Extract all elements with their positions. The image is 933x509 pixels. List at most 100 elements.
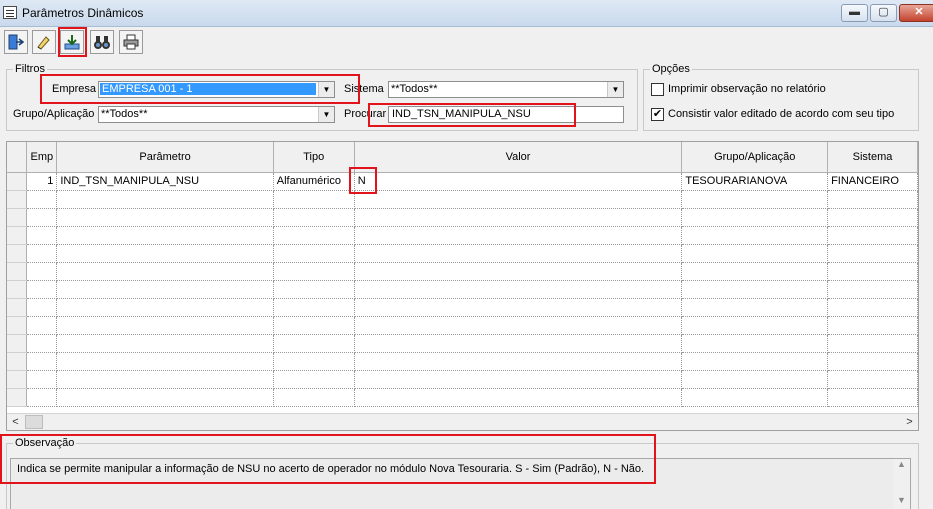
table-cell[interactable] — [354, 244, 683, 263]
table-row[interactable] — [7, 352, 918, 371]
table-cell[interactable] — [56, 208, 274, 227]
table-cell[interactable] — [681, 280, 829, 299]
table-cell[interactable] — [273, 244, 355, 263]
table-cell[interactable] — [827, 262, 918, 281]
table-cell[interactable] — [26, 370, 58, 389]
table-cell[interactable] — [56, 316, 274, 335]
table-cell[interactable] — [354, 262, 683, 281]
table-cell[interactable] — [827, 190, 918, 209]
table-row[interactable] — [7, 334, 918, 353]
table-row[interactable] — [7, 262, 918, 281]
table-cell[interactable] — [354, 388, 683, 407]
table-cell[interactable] — [273, 316, 355, 335]
table-cell[interactable] — [56, 388, 274, 407]
column-header-parametro[interactable]: Parâmetro — [56, 142, 274, 173]
table-cell[interactable] — [273, 388, 355, 407]
row-indicator[interactable] — [7, 352, 28, 371]
table-cell[interactable] — [681, 370, 829, 389]
column-header-emp[interactable]: Emp — [26, 142, 58, 173]
search-button[interactable] — [90, 30, 114, 54]
table-cell[interactable] — [827, 244, 918, 263]
observacao-textarea[interactable]: Indica se permite manipular a informação… — [10, 458, 911, 509]
edit-button[interactable] — [32, 30, 56, 54]
table-cell[interactable] — [26, 316, 58, 335]
table-cell[interactable] — [26, 244, 58, 263]
scroll-left-icon[interactable]: < — [7, 414, 24, 430]
row-indicator[interactable] — [7, 280, 28, 299]
table-cell[interactable] — [681, 388, 829, 407]
table-cell[interactable] — [681, 316, 829, 335]
table-cell[interactable] — [26, 208, 58, 227]
row-indicator[interactable] — [7, 316, 28, 335]
scroll-up-icon[interactable]: ▲ — [893, 459, 910, 475]
table-cell[interactable] — [354, 370, 683, 389]
table-cell[interactable] — [827, 334, 918, 353]
table-cell[interactable] — [56, 226, 274, 245]
table-cell[interactable] — [354, 208, 683, 227]
table-cell[interactable] — [681, 262, 829, 281]
cell-sistema[interactable]: FINANCEIRO — [827, 172, 918, 191]
table-cell[interactable] — [56, 334, 274, 353]
table-cell[interactable] — [26, 226, 58, 245]
table-cell[interactable] — [681, 298, 829, 317]
table-cell[interactable] — [26, 352, 58, 371]
table-cell[interactable] — [56, 298, 274, 317]
table-cell[interactable] — [56, 190, 274, 209]
table-cell[interactable] — [26, 388, 58, 407]
table-cell[interactable] — [56, 244, 274, 263]
row-indicator[interactable] — [7, 208, 28, 227]
column-header-tipo[interactable]: Tipo — [273, 142, 355, 173]
row-indicator[interactable] — [7, 244, 28, 263]
table-cell[interactable] — [26, 262, 58, 281]
table-cell[interactable] — [827, 352, 918, 371]
table-cell[interactable] — [56, 280, 274, 299]
cell-parametro[interactable]: IND_TSN_MANIPULA_NSU — [56, 172, 274, 191]
row-indicator[interactable] — [7, 334, 28, 353]
procurar-input[interactable]: IND_TSN_MANIPULA_NSU — [388, 106, 624, 123]
row-indicator[interactable] — [7, 388, 28, 407]
table-cell[interactable] — [26, 298, 58, 317]
table-cell[interactable] — [354, 190, 683, 209]
maximize-button[interactable]: ▢ — [870, 4, 897, 22]
table-row[interactable] — [7, 244, 918, 263]
table-cell[interactable] — [354, 334, 683, 353]
table-row[interactable] — [7, 316, 918, 335]
chevron-down-icon[interactable]: ▼ — [607, 82, 623, 97]
table-cell[interactable] — [273, 262, 355, 281]
table-cell[interactable] — [26, 280, 58, 299]
cell-grupo[interactable]: TESOURARIANOVA — [681, 172, 829, 191]
table-row[interactable] — [7, 280, 918, 299]
table-cell[interactable] — [354, 316, 683, 335]
table-cell[interactable] — [273, 226, 355, 245]
save-button[interactable] — [60, 30, 84, 54]
table-cell[interactable] — [273, 280, 355, 299]
row-indicator[interactable] — [7, 370, 28, 389]
table-cell[interactable] — [827, 316, 918, 335]
sistema-select[interactable]: **Todos** ▼ — [388, 81, 624, 98]
table-cell[interactable] — [273, 208, 355, 227]
close-button[interactable]: ✕ — [899, 4, 933, 22]
row-indicator[interactable] — [7, 226, 28, 245]
table-cell[interactable] — [827, 298, 918, 317]
table-cell[interactable] — [827, 280, 918, 299]
table-cell[interactable] — [827, 226, 918, 245]
table-row[interactable] — [7, 370, 918, 389]
imprimir-checkbox[interactable] — [651, 83, 664, 96]
print-button[interactable] — [119, 30, 143, 54]
minimize-button[interactable]: ▬ — [841, 4, 868, 22]
cell-tipo[interactable]: Alfanumérico — [273, 172, 355, 191]
table-row[interactable] — [7, 388, 918, 407]
table-row[interactable] — [7, 190, 918, 209]
scroll-thumb[interactable] — [25, 415, 43, 429]
table-cell[interactable] — [56, 262, 274, 281]
table-cell[interactable] — [681, 244, 829, 263]
table-cell[interactable] — [681, 226, 829, 245]
scroll-down-icon[interactable]: ▼ — [893, 495, 910, 509]
table-cell[interactable] — [827, 388, 918, 407]
table-row[interactable] — [7, 208, 918, 227]
scroll-right-icon[interactable]: > — [901, 414, 918, 430]
vertical-scrollbar[interactable]: ▲ ▼ — [893, 459, 910, 509]
table-row[interactable] — [7, 298, 918, 317]
table-cell[interactable] — [26, 334, 58, 353]
table-cell[interactable] — [56, 352, 274, 371]
